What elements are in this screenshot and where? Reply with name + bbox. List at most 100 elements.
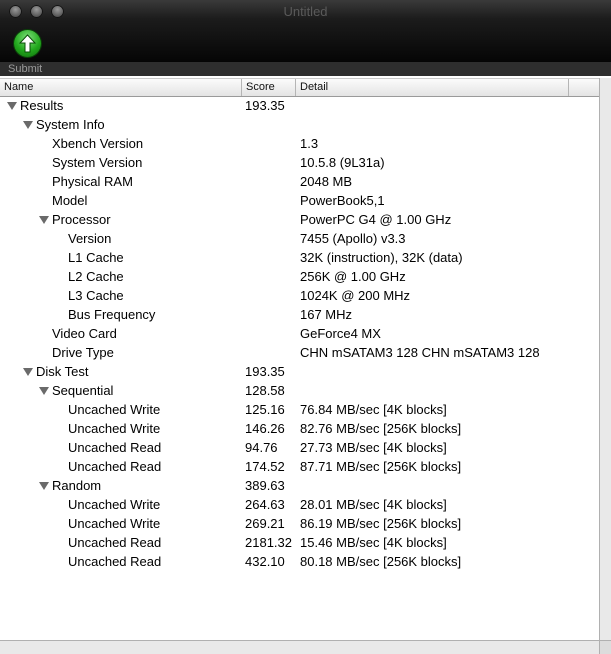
row-detail: CHN mSATAM3 128 CHN mSATAM3 128 (300, 345, 540, 360)
row-detail: 167 MHz (300, 307, 353, 322)
outline-row[interactable]: Random 389.63 (0, 476, 599, 495)
row-name: Sequential (52, 383, 114, 398)
disclosure-triangle-icon[interactable] (39, 482, 49, 490)
row-detail: 32K (instruction), 32K (data) (300, 250, 463, 265)
outline-row[interactable]: Uncached Write 264.63 28.01 MB/sec [4K blo… (0, 495, 599, 514)
row-name: Model (52, 193, 88, 208)
column-header-detail[interactable]: Detail (296, 79, 569, 96)
disclosure-triangle-icon[interactable] (23, 121, 33, 129)
row-name: Disk Test (36, 364, 89, 379)
outline-row[interactable]: Sequential 128.58 (0, 381, 599, 400)
row-name: System Info (36, 117, 105, 132)
submit-button[interactable] (14, 30, 41, 57)
column-header: Name Score Detail (0, 78, 599, 97)
row-detail: 1024K @ 200 MHz (300, 288, 411, 303)
row-score: 193.35 (245, 364, 285, 379)
row-score: 128.58 (245, 383, 285, 398)
column-header-name[interactable]: Name (0, 79, 242, 96)
row-detail: 10.5.8 (9L31a) (300, 155, 385, 170)
row-name: Bus Frequency (68, 307, 156, 322)
row-name: L3 Cache (68, 288, 124, 303)
outline-row[interactable]: Uncached Read 94.76 27.73 MB/sec [4K block… (0, 438, 599, 457)
vertical-scrollbar[interactable] (599, 78, 611, 640)
window-title: Untitled (283, 4, 328, 19)
up-arrow-icon (19, 34, 36, 53)
row-name: Results (20, 98, 64, 113)
row-detail: 2048 MB (300, 174, 353, 189)
row-score: 174.52 (245, 459, 285, 474)
row-detail: 80.18 MB/sec [256K blocks] (300, 554, 462, 569)
row-score: 269.21 (245, 516, 285, 531)
outline-row[interactable]: L2 Cache 256K @ 1.00 GHz (0, 267, 599, 286)
row-detail: 27.73 MB/sec [4K blocks] (300, 440, 447, 455)
outline-row[interactable]: System Info (0, 115, 599, 134)
outline-row[interactable]: Physical RAM 2048 MB (0, 172, 599, 191)
horizontal-scrollbar[interactable] (0, 640, 599, 654)
row-name: Uncached Write (68, 497, 161, 512)
outline-row[interactable]: Version 7455 (Apollo) v3.3 (0, 229, 599, 248)
row-score: 389.63 (245, 478, 285, 493)
row-score: 432.10 (245, 554, 285, 569)
outline-row[interactable]: Processor PowerPC G4 @ 1.00 GHz (0, 210, 599, 229)
outline-row[interactable]: Uncached Read 174.52 87.71 MB/sec [256K bl… (0, 457, 599, 476)
row-name: Drive Type (52, 345, 114, 360)
row-name: Video Card (52, 326, 117, 341)
row-name: Uncached Read (68, 535, 162, 550)
outline-row[interactable]: Drive Type CHN mSATAM3 128 CHN mSATAM3 12… (0, 343, 599, 362)
row-score: 193.35 (245, 98, 285, 113)
row-detail: GeForce4 MX (300, 326, 381, 341)
outline-row[interactable]: Results 193.35 (0, 96, 599, 115)
outline-row[interactable]: Disk Test 193.35 (0, 362, 599, 381)
row-name: Random (52, 478, 102, 493)
row-name: Version (68, 231, 112, 246)
outline-row[interactable]: System Version 10.5.8 (9L31a) (0, 153, 599, 172)
row-detail: 87.71 MB/sec [256K blocks] (300, 459, 462, 474)
disclosure-triangle-icon[interactable] (39, 387, 49, 395)
row-name: L1 Cache (68, 250, 124, 265)
outline-row[interactable]: Uncached Write 269.21 86.19 MB/sec [256K b… (0, 514, 599, 533)
row-name: L2 Cache (68, 269, 124, 284)
column-header-filler (569, 79, 599, 96)
disclosure-triangle-icon[interactable] (23, 368, 33, 376)
row-detail: PowerBook5,1 (300, 193, 385, 208)
outline-row[interactable]: L3 Cache 1024K @ 200 MHz (0, 286, 599, 305)
title-bar: Untitled (0, 0, 611, 62)
disclosure-triangle-icon[interactable] (7, 102, 17, 110)
disclosure-triangle-icon[interactable] (39, 216, 49, 224)
outline-row[interactable]: Xbench Version 1.3 (0, 134, 599, 153)
resize-corner[interactable] (599, 640, 611, 654)
row-detail: 7455 (Apollo) v3.3 (300, 231, 406, 246)
row-score: 94.76 (245, 440, 278, 455)
row-name: Uncached Write (68, 402, 161, 417)
row-name: Uncached Read (68, 554, 162, 569)
row-name: Xbench Version (52, 136, 144, 151)
row-name: Uncached Write (68, 516, 161, 531)
row-detail: 256K @ 1.00 GHz (300, 269, 406, 284)
outline-row[interactable]: Uncached Write 125.16 76.84 MB/sec [4K blo… (0, 400, 599, 419)
column-header-score[interactable]: Score (242, 79, 296, 96)
results-outline: Results 193.35 System Info Xbench Version 1.… (0, 96, 599, 636)
outline-row[interactable]: Bus Frequency 167 MHz (0, 305, 599, 324)
toolbar-label-bar: Submit (0, 62, 611, 76)
outline-row[interactable]: L1 Cache 32K (instruction), 32K (data) (0, 248, 599, 267)
row-detail: PowerPC G4 @ 1.00 GHz (300, 212, 452, 227)
outline-row[interactable]: Uncached Write 146.26 82.76 MB/sec [256K b… (0, 419, 599, 438)
row-score: 125.16 (245, 402, 285, 417)
row-name: Uncached Write (68, 421, 161, 436)
row-detail: 82.76 MB/sec [256K blocks] (300, 421, 462, 436)
outline-row[interactable]: Uncached Read 432.10 80.18 MB/sec [256K bl… (0, 552, 599, 571)
outline-row[interactable]: Uncached Read 2181.32 15.46 MB/sec [4K blo… (0, 533, 599, 552)
row-name: System Version (52, 155, 143, 170)
row-name: Physical RAM (52, 174, 133, 189)
row-detail: 15.46 MB/sec [4K blocks] (300, 535, 447, 550)
row-name: Uncached Read (68, 440, 162, 455)
row-detail: 76.84 MB/sec [4K blocks] (300, 402, 447, 417)
row-detail: 86.19 MB/sec [256K blocks] (300, 516, 462, 531)
row-detail: 28.01 MB/sec [4K blocks] (300, 497, 447, 512)
xbench-window: Untitled Submit Name Score Detail Result… (0, 0, 611, 654)
outline-row[interactable]: Video Card GeForce4 MX (0, 324, 599, 343)
row-name: Uncached Read (68, 459, 162, 474)
row-score: 2181.32 (245, 535, 292, 550)
submit-label[interactable]: Submit (8, 62, 42, 76)
outline-row[interactable]: Model PowerBook5,1 (0, 191, 599, 210)
